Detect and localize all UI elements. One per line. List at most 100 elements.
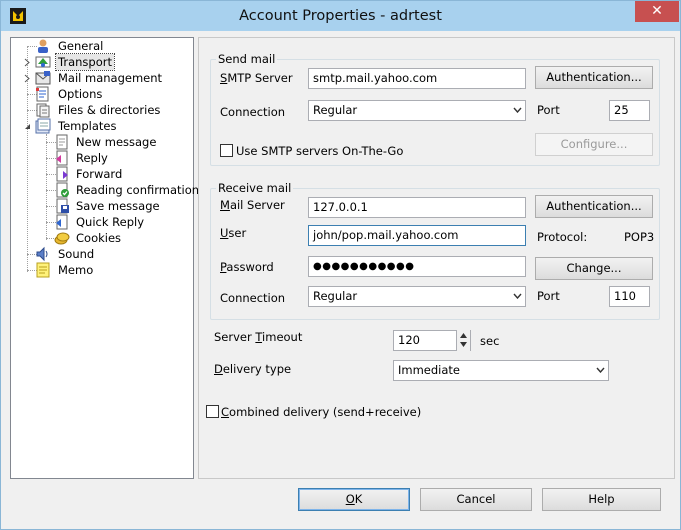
receive-connection-select[interactable]: Regular (308, 286, 526, 307)
tree-item-label: Templates (58, 119, 117, 133)
files-icon (36, 103, 50, 118)
help-button[interactable]: Help (542, 488, 661, 511)
user-label: User (220, 226, 247, 240)
tree-item-label: Reply (76, 151, 108, 165)
new-message-icon (56, 134, 68, 150)
forward-icon (56, 166, 68, 182)
send-port-input[interactable]: 25 (609, 100, 650, 121)
collapse-arrow-icon (25, 124, 30, 129)
tree-item-label: Options (58, 87, 103, 101)
send-connection-select[interactable]: Regular (308, 100, 526, 121)
person-icon (38, 39, 48, 53)
receive-mail-group-title: Receive mail (216, 181, 294, 195)
user-input[interactable]: john/pop.mail.yahoo.com (308, 225, 526, 246)
delivery-type-label: Delivery type (214, 362, 292, 376)
tree-item-label: Memo (58, 263, 94, 277)
delivery-type-value: Immediate (398, 363, 460, 377)
tree-item-memo[interactable]: Memo (11, 262, 191, 278)
receive-port-label: Port (537, 289, 560, 303)
tree-item-label: Transport (55, 53, 115, 71)
tree-item-sound[interactable]: Sound (11, 246, 191, 262)
tree-item-label: New message (76, 135, 157, 149)
protocol-value: POP3 (624, 230, 655, 244)
close-button[interactable]: ✕ (635, 1, 679, 22)
tree-item-forward[interactable]: Forward (11, 166, 191, 182)
window-title: Account Properties - adrtest (239, 8, 442, 24)
combined-delivery-label: Combined delivery (send+receive) (221, 405, 422, 419)
send-authentication-button[interactable]: Authentication... (535, 66, 653, 89)
onthego-label: Use SMTP servers On-The-Go (236, 144, 404, 158)
password-label: Password (220, 260, 274, 274)
tree-item-transport[interactable]: Transport (11, 53, 191, 71)
tree-item-options[interactable]: Options (11, 86, 191, 102)
expand-arrow-icon (24, 58, 30, 67)
templates-icon (35, 118, 51, 134)
settings-tree[interactable]: General Transport Mail management Option… (10, 37, 199, 479)
ok-button[interactable]: OK (298, 488, 410, 511)
smtp-server-label: SMTP Server (220, 71, 293, 85)
tree-item-label: General (58, 39, 104, 53)
tree-item-label: Save message (76, 199, 160, 213)
reading-confirmation-icon (56, 182, 69, 198)
chevron-down-icon (596, 367, 605, 373)
server-timeout-label: Server Timeout (214, 330, 303, 344)
spin-up-icon[interactable] (460, 333, 467, 338)
protocol-label: Protocol: (537, 230, 588, 244)
save-message-icon (56, 198, 69, 214)
tree-item-label: Reading confirmation (76, 183, 200, 197)
close-icon: ✕ (651, 3, 663, 19)
tree-item-quick-reply[interactable]: Quick Reply (11, 214, 191, 230)
timeout-spinner[interactable] (456, 330, 470, 351)
send-connection-value: Regular (313, 103, 358, 117)
receive-authentication-button[interactable]: Authentication... (535, 195, 653, 218)
tree-item-cookies[interactable]: Cookies (11, 230, 191, 246)
tree-item-reading-confirmation[interactable]: Reading confirmation (11, 182, 199, 198)
tree-item-templates[interactable]: Templates (11, 118, 191, 134)
tree-item-label: Sound (58, 247, 95, 261)
cookies-icon (54, 232, 70, 245)
tree-item-reply[interactable]: Reply (11, 150, 191, 166)
server-timeout-input[interactable]: 120 (393, 330, 471, 351)
sound-icon (36, 246, 48, 262)
transport-icon (35, 56, 51, 68)
receive-connection-label: Connection (220, 291, 286, 305)
expand-arrow-icon (24, 74, 30, 83)
send-port-label: Port (537, 103, 560, 117)
options-icon (36, 86, 49, 102)
combined-delivery-checkbox[interactable] (206, 405, 219, 418)
tree-item-files-directories[interactable]: Files & directories (11, 102, 191, 118)
delivery-type-select[interactable]: Immediate (393, 360, 609, 381)
send-connection-label: Connection (220, 105, 286, 119)
configure-button[interactable]: Configure... (535, 133, 653, 156)
transport-panel: Send mail SMTP Server smtp.mail.yahoo.co… (198, 37, 675, 479)
timeout-unit-label: sec (480, 334, 500, 348)
title-bar[interactable]: Account Properties - adrtest ✕ (1, 1, 680, 31)
chevron-down-icon (513, 107, 522, 113)
receive-port-input[interactable]: 110 (609, 286, 650, 307)
password-input[interactable]: ●●●●●●●●●●● (308, 256, 526, 277)
tree-item-label: Cookies (76, 231, 122, 245)
tree-item-label: Files & directories (58, 103, 161, 117)
memo-icon (36, 262, 50, 278)
account-properties-window: Account Properties - adrtest ✕ General T… (0, 0, 681, 530)
smtp-server-input[interactable]: smtp.mail.yahoo.com (308, 68, 526, 89)
mail-server-label: Mail Server (220, 198, 285, 212)
receive-connection-value: Regular (313, 289, 358, 303)
server-timeout-value: 120 (398, 333, 420, 347)
spin-down-icon[interactable] (460, 342, 467, 347)
mail-management-icon (35, 71, 51, 85)
onthego-checkbox[interactable] (220, 144, 233, 157)
change-password-button[interactable]: Change... (535, 257, 653, 280)
tree-item-mail-management[interactable]: Mail management (11, 70, 191, 86)
tree-item-general[interactable]: General (11, 38, 191, 54)
tree-item-label: Forward (76, 167, 123, 181)
cancel-button[interactable]: Cancel (420, 488, 532, 511)
tree-item-label: Quick Reply (76, 215, 145, 229)
tree-item-new-message[interactable]: New message (11, 134, 191, 150)
reply-icon (56, 150, 68, 166)
send-mail-group-title: Send mail (216, 52, 278, 66)
mail-server-input[interactable]: 127.0.0.1 (308, 197, 526, 218)
quick-reply-icon (56, 214, 68, 230)
tree-item-label: Mail management (58, 71, 163, 85)
tree-item-save-message[interactable]: Save message (11, 198, 191, 214)
